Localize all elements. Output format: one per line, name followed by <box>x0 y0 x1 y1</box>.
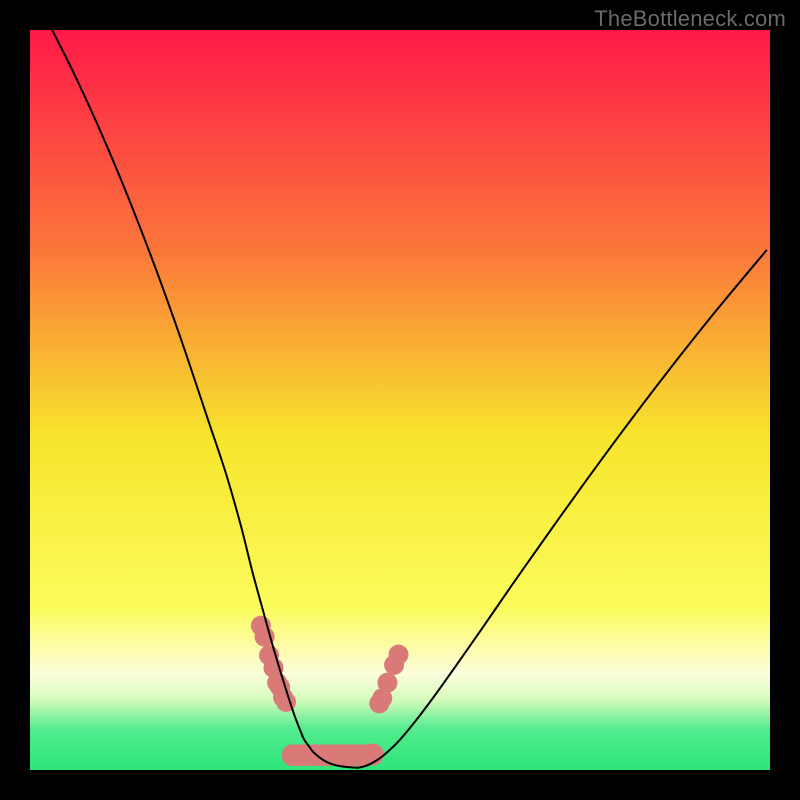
valley-band <box>282 743 384 766</box>
plot-area <box>30 30 770 770</box>
chart-frame: TheBottleneck.com <box>0 0 800 800</box>
watermark-text: TheBottleneck.com <box>594 6 786 32</box>
marker-dot <box>389 645 409 665</box>
chart-svg <box>30 30 770 770</box>
marker-dot <box>377 673 397 693</box>
